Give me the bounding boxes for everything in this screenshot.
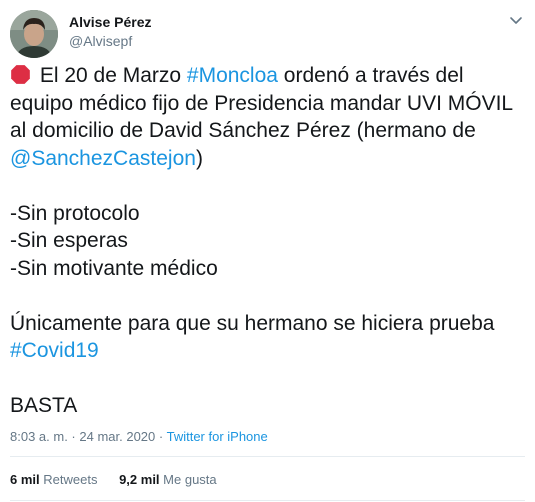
mention-sanchezcastejon-link[interactable]: @SanchezCastejon bbox=[10, 147, 196, 170]
tweet-line: -Sin protocolo bbox=[10, 201, 140, 225]
tweet-text-segment: ordenó a través del bbox=[277, 64, 464, 87]
author-name[interactable]: Alvise Pérez bbox=[69, 14, 152, 30]
tweet-line: al domicilio de David Sánchez Pérez (her… bbox=[10, 119, 476, 142]
stop-sign-emoji-icon bbox=[10, 64, 31, 85]
avatar[interactable] bbox=[10, 10, 58, 58]
author-handle[interactable]: @Alvisepf bbox=[69, 33, 132, 49]
divider bbox=[10, 500, 525, 501]
tweet-stats: 6 mil Retweets 9,2 mil Me gusta bbox=[10, 472, 235, 487]
chevron-down-icon[interactable] bbox=[506, 10, 526, 30]
hashtag-covid19-link[interactable]: #Covid19 bbox=[10, 339, 99, 362]
divider bbox=[10, 456, 525, 457]
likes-stat[interactable]: 9,2 mil Me gusta bbox=[119, 472, 217, 487]
tweet-meta: 8:03 a. m. · 24 mar. 2020 · Twitter for … bbox=[10, 429, 268, 444]
tweet-line: -Sin motivante médico bbox=[10, 256, 218, 280]
tweet-text-segment: ) bbox=[195, 146, 203, 170]
tweet-text: El 20 de Marzo #Moncloa ordenó a través … bbox=[10, 62, 520, 420]
tweet-date[interactable]: 24 mar. 2020 bbox=[79, 429, 155, 444]
tweet-line: #Covid19 bbox=[10, 337, 520, 365]
likes-count: 9,2 mil bbox=[119, 472, 160, 487]
tweet-source-link[interactable]: Twitter for iPhone bbox=[167, 429, 268, 444]
tweet-line: Únicamente para que su hermano se hicier… bbox=[10, 311, 495, 335]
tweet-line: BASTA bbox=[10, 394, 78, 417]
likes-label: Me gusta bbox=[163, 472, 217, 487]
retweets-label: Retweets bbox=[43, 472, 98, 487]
tweet-line: -Sin esperas bbox=[10, 229, 128, 252]
tweet-line: El 20 de Marzo #Moncloa ordenó a través … bbox=[10, 62, 520, 90]
retweets-stat[interactable]: 6 mil Retweets bbox=[10, 472, 97, 487]
tweet-line: @SanchezCastejon) bbox=[10, 145, 520, 173]
meta-separator: · bbox=[67, 429, 80, 444]
meta-separator: · bbox=[155, 429, 167, 444]
tweet-line: equipo médico fijo de Presidencia mandar… bbox=[10, 91, 514, 115]
retweets-count: 6 mil bbox=[10, 472, 40, 487]
avatar-image bbox=[10, 10, 58, 58]
hashtag-moncloa-link[interactable]: #Moncloa bbox=[187, 64, 278, 87]
tweet-card: Alvise Pérez @Alvisepf El 20 de Marzo #M… bbox=[0, 0, 535, 502]
tweet-text-segment: El 20 de Marzo bbox=[34, 64, 187, 87]
tweet-time[interactable]: 8:03 a. m. bbox=[10, 429, 68, 444]
